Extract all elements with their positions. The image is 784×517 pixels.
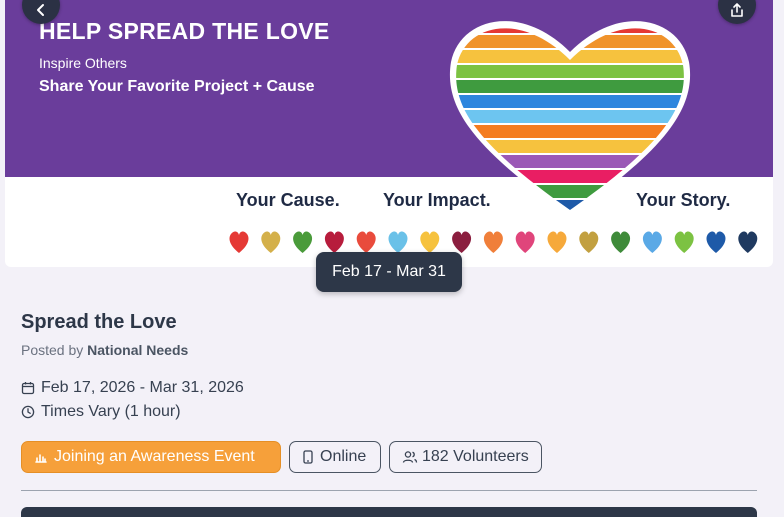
bottom-action-bar[interactable] bbox=[21, 507, 757, 517]
posted-by: Posted by National Needs bbox=[21, 342, 188, 358]
calendar-icon bbox=[21, 382, 35, 395]
small-heart-icon bbox=[388, 231, 408, 253]
event-type-chip[interactable]: Joining an Awareness Event bbox=[21, 441, 281, 473]
heart-stripe bbox=[456, 155, 684, 168]
volunteers-label: 182 Volunteers bbox=[422, 448, 529, 465]
section-divider bbox=[21, 490, 757, 491]
chevron-left-icon bbox=[37, 4, 44, 16]
event-title: Spread the Love bbox=[21, 311, 177, 333]
awareness-icon bbox=[35, 454, 47, 463]
phone-icon bbox=[303, 450, 313, 464]
small-heart-icon bbox=[261, 231, 281, 253]
small-heart-icon bbox=[452, 231, 472, 253]
small-heart-icon bbox=[547, 231, 567, 253]
small-heart-icon bbox=[356, 231, 376, 253]
time-row: Times Vary (1 hour) bbox=[21, 403, 181, 421]
online-label: Online bbox=[320, 448, 367, 465]
time-text: Times Vary (1 hour) bbox=[41, 403, 181, 420]
small-heart-icon bbox=[229, 231, 249, 253]
date-pill: Feb 17 - Mar 31 bbox=[316, 252, 462, 292]
small-hearts-row bbox=[229, 231, 758, 253]
small-heart-icon bbox=[706, 231, 726, 253]
banner-tag-story: Your Story. bbox=[636, 190, 731, 210]
small-heart-icon bbox=[420, 231, 440, 253]
heart-stripe bbox=[456, 110, 684, 123]
volunteers-chip[interactable]: 182 Volunteers bbox=[389, 441, 542, 473]
heart-stripe bbox=[456, 35, 684, 48]
share-icon bbox=[731, 3, 743, 17]
heart-stripe bbox=[456, 170, 684, 183]
date-range-text: Feb 17, 2026 - Mar 31, 2026 bbox=[41, 379, 244, 396]
banner-subline-2: Share Your Favorite Project + Cause bbox=[39, 78, 315, 95]
event-type-label: Joining an Awareness Event bbox=[54, 448, 255, 465]
heart-stripe bbox=[456, 80, 684, 93]
heart-stripe bbox=[456, 125, 684, 138]
posted-by-label: Posted by bbox=[21, 342, 84, 358]
small-heart-icon bbox=[738, 231, 758, 253]
small-heart-icon bbox=[642, 231, 662, 253]
online-chip[interactable]: Online bbox=[289, 441, 381, 473]
date-range-row: Feb 17, 2026 - Mar 31, 2026 bbox=[21, 379, 244, 397]
heart-stripe bbox=[456, 95, 684, 108]
heart-stripe bbox=[456, 65, 684, 78]
users-icon bbox=[402, 451, 418, 463]
rainbow-heart-icon bbox=[449, 21, 691, 216]
banner-subline-1: Inspire Others bbox=[39, 55, 127, 71]
small-heart-icon bbox=[293, 231, 313, 253]
event-banner-image: HELP SPREAD THE LOVE Inspire Others Shar… bbox=[5, 0, 773, 267]
organization-link[interactable]: National Needs bbox=[87, 342, 188, 358]
small-heart-icon bbox=[674, 231, 694, 253]
small-heart-icon bbox=[579, 231, 599, 253]
banner-tag-impact: Your Impact. bbox=[383, 190, 491, 210]
banner-tag-cause: Your Cause. bbox=[236, 190, 340, 210]
small-heart-icon bbox=[611, 231, 631, 253]
clock-icon bbox=[21, 405, 35, 419]
small-heart-icon bbox=[324, 231, 344, 253]
banner-headline: HELP SPREAD THE LOVE bbox=[39, 18, 330, 44]
small-heart-icon bbox=[483, 231, 503, 253]
small-heart-icon bbox=[515, 231, 535, 253]
